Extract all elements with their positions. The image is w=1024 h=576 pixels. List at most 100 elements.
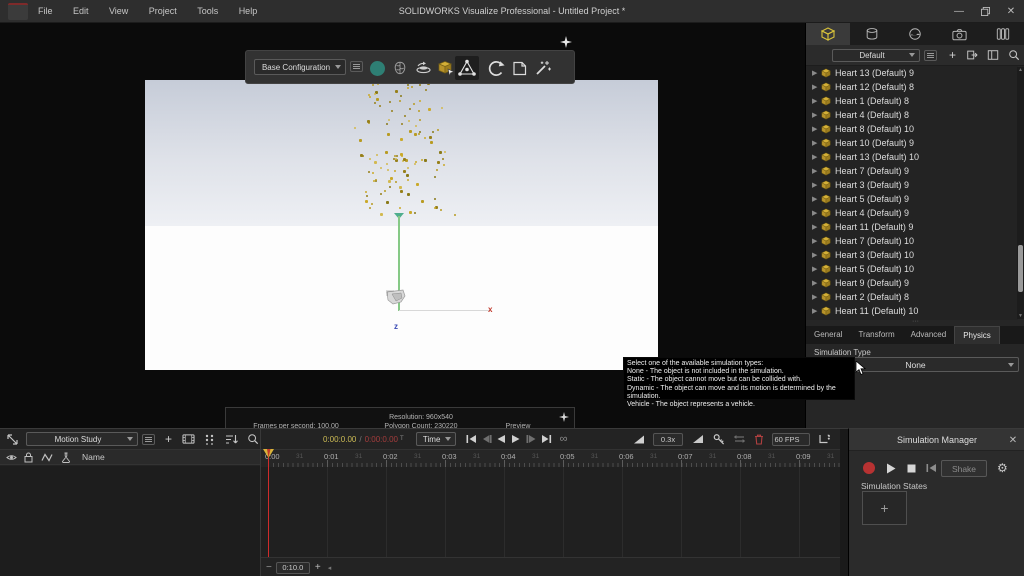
menu-project[interactable]: Project [141,0,185,23]
play-simulation-button[interactable] [886,463,896,474]
minimize-button[interactable]: — [946,0,972,23]
loop-playback-icon[interactable]: ∞ [560,433,568,445]
timeline-tracks[interactable] [261,467,841,557]
tree-scrollbar[interactable]: ▲ ▼ [1017,67,1024,319]
model-set-dropdown[interactable]: Default [832,48,920,62]
expand-arrow-icon[interactable]: ▶ [812,279,821,287]
model-select-button[interactable] [437,59,455,77]
scroll-down-icon[interactable]: ▼ [1017,313,1024,319]
menu-edit[interactable]: Edit [65,0,97,23]
expand-arrow-icon[interactable]: ▶ [812,125,821,133]
select-pointer-icon[interactable] [6,433,19,446]
physics-simulation-button-active[interactable] [455,56,479,80]
expand-arrow-icon[interactable]: ▶ [812,251,821,259]
tab-filmstrip[interactable] [981,23,1024,45]
motion-study-dropdown[interactable]: Motion Study [26,432,138,446]
search-button[interactable] [1008,49,1020,61]
zoom-in-button[interactable]: + [315,562,321,573]
playback-speed-box[interactable]: 0.3x [653,432,683,446]
denoiser-button[interactable] [391,59,409,77]
visibility-eye-icon[interactable] [6,453,17,462]
tree-item[interactable]: ▶ Heart 9 (Default) 9 [806,276,1018,290]
tree-item[interactable]: ▶ Heart 3 (Default) 10 [806,248,1018,262]
heart-model[interactable] [383,286,409,310]
magic-wand-button[interactable] [534,59,552,77]
lock-icon[interactable] [24,452,33,463]
expand-arrow-icon[interactable]: ▶ [812,307,821,315]
timeline-search-button[interactable] [247,433,259,445]
go-to-start-button[interactable] [464,432,479,446]
previous-frame-button[interactable] [479,432,494,446]
simulation-flask-icon[interactable] [61,452,71,463]
expand-arrow-icon[interactable]: ▶ [812,237,821,245]
split-view-button[interactable] [987,49,999,61]
sort-button[interactable] [225,434,238,445]
fps-dropdown[interactable]: 60 FPS [772,432,810,446]
render-mode-button[interactable] [368,59,386,77]
menu-file[interactable]: File [30,0,61,23]
tab-cameras[interactable] [937,23,981,45]
expand-arrow-icon[interactable]: ▶ [812,153,821,161]
close-panel-button[interactable]: ✕ [1005,429,1021,451]
tree-item[interactable]: ▶ Heart 5 (Default) 10 [806,262,1018,276]
tree-item[interactable]: ▶ Heart 13 (Default) 10 [806,150,1018,164]
menu-help[interactable]: Help [231,0,266,23]
play-button[interactable] [509,432,524,446]
tree-item[interactable]: ▶ Heart 2 (Default) 8 [806,290,1018,304]
scroll-up-icon[interactable]: ▲ [1017,67,1024,73]
render-animation-button[interactable] [182,433,195,445]
key-icon[interactable] [713,433,725,445]
tree-item[interactable]: ▶ Heart 4 (Default) 8 [806,108,1018,122]
expand-arrow-icon[interactable]: ▶ [812,83,821,91]
expand-arrow-icon[interactable]: ▶ [812,167,821,175]
timeline-ruler[interactable]: 0:00 31 0:01 31 0:02 31 0:03 31 0:04 31 0:05 31 0:06… [261,449,841,467]
close-button[interactable]: ✕ [998,0,1024,23]
stop-simulation-button[interactable] [907,464,916,473]
export-button[interactable] [966,49,978,61]
record-simulation-button[interactable] [863,462,875,474]
timeline-duration-box[interactable]: 0:10.0 [275,561,310,574]
playhead[interactable] [268,449,269,557]
time-mode-dropdown[interactable]: Time [415,432,456,446]
tab-appearances[interactable] [850,23,894,45]
ramp-icon[interactable] [692,434,704,444]
expand-arrow-icon[interactable]: ▶ [812,181,821,189]
play-reverse-button[interactable] [494,432,509,446]
render-viewport[interactable]: x z [145,80,658,370]
tree-item[interactable]: ▶ Heart 1 (Default) 8 [806,94,1018,108]
tree-item[interactable]: ▶ Heart 10 (Default) 9 [806,136,1018,150]
expand-arrow-icon[interactable]: ▶ [812,209,821,217]
add-simulation-state-button[interactable]: + [862,491,907,525]
add-study-button[interactable]: + [165,433,172,445]
keyframe-options-icon[interactable] [818,433,831,445]
add-model-button[interactable]: + [949,49,956,61]
motion-study-menu-icon[interactable] [142,433,155,445]
restore-button[interactable] [972,0,998,23]
expand-arrow-icon[interactable]: ▶ [812,195,821,203]
simulation-settings-gear-icon[interactable]: ⚙ [997,461,1008,475]
tab-general[interactable]: General [806,326,850,344]
expand-arrow-icon[interactable]: ▶ [812,223,821,231]
delete-keys-icon[interactable] [754,434,764,445]
tab-physics[interactable]: Physics [954,326,1000,344]
expand-arrow-icon[interactable]: ▶ [812,97,821,105]
toolbar-pin-icon[interactable] [560,36,572,48]
menu-tools[interactable]: Tools [189,0,226,23]
tree-item[interactable]: ▶ Heart 11 (Default) 9 [806,220,1018,234]
rotate-reset-button[interactable] [487,59,505,77]
model-set-menu-icon[interactable] [924,49,937,61]
tree-item[interactable]: ▶ Heart 8 (Default) 10 [806,122,1018,136]
snapshot-button[interactable] [510,59,528,77]
tab-transform[interactable]: Transform [850,326,902,344]
tree-item[interactable]: ▶ Heart 5 (Default) 9 [806,192,1018,206]
configuration-menu-icon[interactable] [350,61,363,72]
zoom-out-button[interactable]: − [266,562,272,573]
menu-view[interactable]: View [101,0,136,23]
tab-models[interactable] [806,23,850,45]
turntable-button[interactable] [414,59,432,77]
playhead-flag-icon[interactable] [263,449,274,458]
tab-advanced[interactable]: Advanced [903,326,955,344]
tree-item[interactable]: ▶ Heart 13 (Default) 9 [806,66,1018,80]
expand-arrow-icon[interactable]: ▶ [812,139,821,147]
tree-item[interactable]: ▶ Heart 3 (Default) 9 [806,178,1018,192]
